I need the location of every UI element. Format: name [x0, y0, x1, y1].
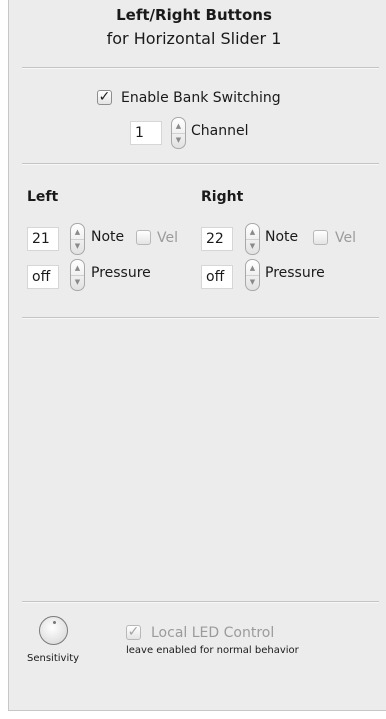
left-note-input[interactable]: 21 [27, 227, 59, 251]
stepper-down-icon: ▼ [71, 275, 84, 290]
channel-label: Channel [191, 123, 249, 139]
divider [22, 163, 379, 165]
sensitivity-label: Sensitivity [27, 653, 80, 664]
right-pressure-input[interactable]: off [201, 265, 233, 289]
right-note-label: Note [265, 229, 299, 245]
panel-subtitle: for Horizontal Slider 1 [106, 29, 282, 48]
right-vel-label: Vel [335, 230, 356, 246]
left-pressure-input[interactable]: off [27, 265, 59, 289]
right-vel-checkbox[interactable] [313, 230, 328, 245]
enable-bank-switching-checkbox[interactable]: ✓ [97, 90, 112, 105]
stepper-down-icon: ▼ [71, 239, 84, 254]
panel-title: Left/Right Buttons [116, 6, 272, 24]
stepper-up-icon: ▲ [74, 228, 81, 236]
channel-input[interactable]: 1 [130, 121, 162, 145]
local-led-control-checkbox[interactable]: ✓ [126, 625, 141, 640]
right-note-input[interactable]: 22 [201, 227, 233, 251]
divider [22, 317, 379, 319]
enable-bank-switching-label: Enable Bank Switching [121, 90, 281, 106]
stepper-up-icon: ▲ [175, 122, 182, 130]
stepper-up-icon: ▲ [249, 228, 256, 236]
channel-stepper[interactable]: ▲ ▼ [171, 117, 186, 149]
left-note-stepper[interactable]: ▲ ▼ [70, 223, 85, 255]
left-heading: Left [27, 189, 59, 205]
stepper-up-icon: ▲ [249, 264, 256, 272]
local-led-control-label: Local LED Control [151, 625, 275, 641]
settings-panel: Left/Right Buttons for Horizontal Slider… [8, 0, 386, 711]
right-pressure-stepper[interactable]: ▲ ▼ [245, 259, 260, 291]
local-led-hint: leave enabled for normal behavior [126, 645, 299, 656]
left-vel-label: Vel [157, 230, 178, 246]
divider [22, 67, 379, 69]
stepper-down-icon: ▼ [172, 133, 185, 148]
stepper-down-icon: ▼ [246, 275, 259, 290]
left-vel-checkbox[interactable] [136, 230, 151, 245]
sensitivity-knob-icon[interactable] [39, 616, 68, 645]
left-pressure-label: Pressure [91, 265, 151, 281]
right-note-stepper[interactable]: ▲ ▼ [245, 223, 260, 255]
stepper-down-icon: ▼ [246, 239, 259, 254]
left-pressure-stepper[interactable]: ▲ ▼ [70, 259, 85, 291]
right-heading: Right [201, 189, 244, 205]
divider [22, 601, 379, 603]
stepper-up-icon: ▲ [74, 264, 81, 272]
left-note-label: Note [91, 229, 125, 245]
right-pressure-label: Pressure [265, 265, 325, 281]
